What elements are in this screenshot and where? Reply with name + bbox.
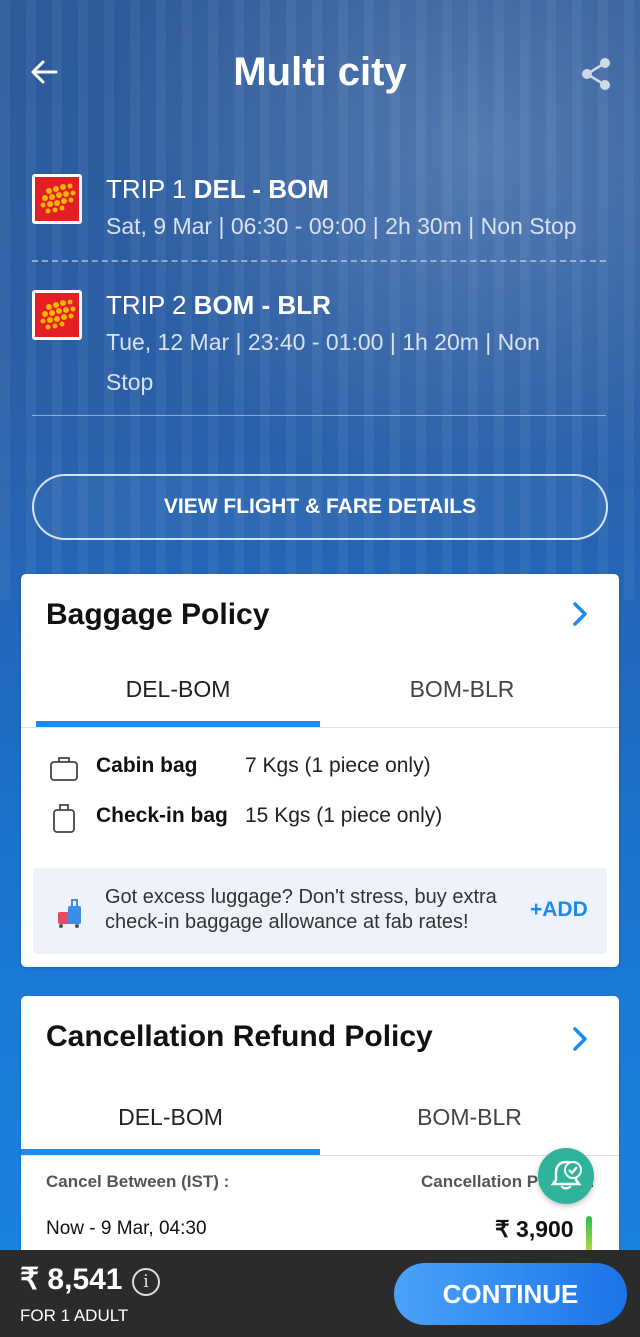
notification-bell-button[interactable] [538,1148,594,1204]
airline-logo-icon [40,299,76,330]
section-divider [32,415,606,416]
add-baggage-button[interactable]: +ADD [530,898,588,922]
checkin-bag-label: Check-in bag [96,804,228,827]
tab-del-bom[interactable]: DEL-BOM [21,1104,320,1131]
cancel-between-header: Cancel Between (IST) : [46,1172,230,1191]
cancel-window: Now - 9 Mar, 04:30 [46,1218,207,1239]
trip-title: TRIP 1 DEL - BOM [106,174,329,204]
chevron-right-icon[interactable] [568,599,592,629]
airline-logo-icon [40,183,76,214]
tab-separator [21,727,619,728]
trip-details-continued: Stop [106,369,154,395]
share-icon[interactable] [578,56,614,92]
luggage-icon [58,899,81,928]
top-bar: Multi city [0,40,640,110]
airline-logo [32,290,82,340]
tab-del-bom[interactable]: DEL-BOM [36,676,320,703]
page-title: Multi city [233,50,407,94]
refund-level-bar [586,1216,592,1252]
baggage-policy-title: Baggage Policy [46,598,270,631]
tab-bom-blr[interactable]: BOM-BLR [320,1104,619,1131]
passenger-count: FOR 1 ADULT [20,1306,129,1325]
cabin-bag-icon [50,757,78,781]
cabin-bag-row: Cabin bag 7 Kgs (1 piece only) [49,748,609,788]
cabin-bag-label: Cabin bag [96,754,198,777]
cabin-bag-value: 7 Kgs (1 piece only) [245,754,431,777]
trip-details: Tue, 12 Mar | 23:40 - 01:00 | 1h 20m | N… [106,329,540,355]
airline-logo [32,174,82,224]
baggage-policy-card: Baggage Policy DEL-BOM BOM-BLR Cabin bag… [21,574,619,967]
promo-text-line2: check-in baggage allowance at fab rates! [105,911,469,933]
continue-button[interactable]: CONTINUE [394,1263,627,1325]
tab-bom-blr[interactable]: BOM-BLR [320,676,604,703]
view-fare-details-button[interactable]: VIEW FLIGHT & FARE DETAILS [32,474,608,540]
trip-divider [32,260,606,262]
excess-baggage-promo: Got excess luggage? Don't stress, buy ex… [33,868,607,954]
chevron-right-icon[interactable] [568,1024,592,1054]
trip-details: Sat, 9 Mar | 06:30 - 09:00 | 2h 30m | No… [106,213,577,239]
checkin-bag-icon [53,804,75,833]
cancellation-policy-title: Cancellation Refund Policy [46,1020,433,1053]
checkin-bag-value: 15 Kgs (1 piece only) [245,804,443,827]
checkout-footer: ₹ 8,541 i FOR 1 ADULT CONTINUE [0,1250,640,1337]
cancel-amount: ₹ 3,900 [495,1216,574,1242]
total-price: ₹ 8,541 [20,1263,123,1296]
tab-separator [21,1155,619,1156]
promo-text-line1: Got excess luggage? Don't stress, buy ex… [105,886,497,908]
info-icon[interactable]: i [132,1268,160,1296]
bell-check-icon [550,1160,582,1190]
cancellation-penalty-header: Cancellation Pe [421,1172,548,1191]
trip-title: TRIP 2 BOM - BLR [106,290,331,320]
checkin-bag-row: Check-in bag 15 Kgs (1 piece only) [49,798,609,838]
